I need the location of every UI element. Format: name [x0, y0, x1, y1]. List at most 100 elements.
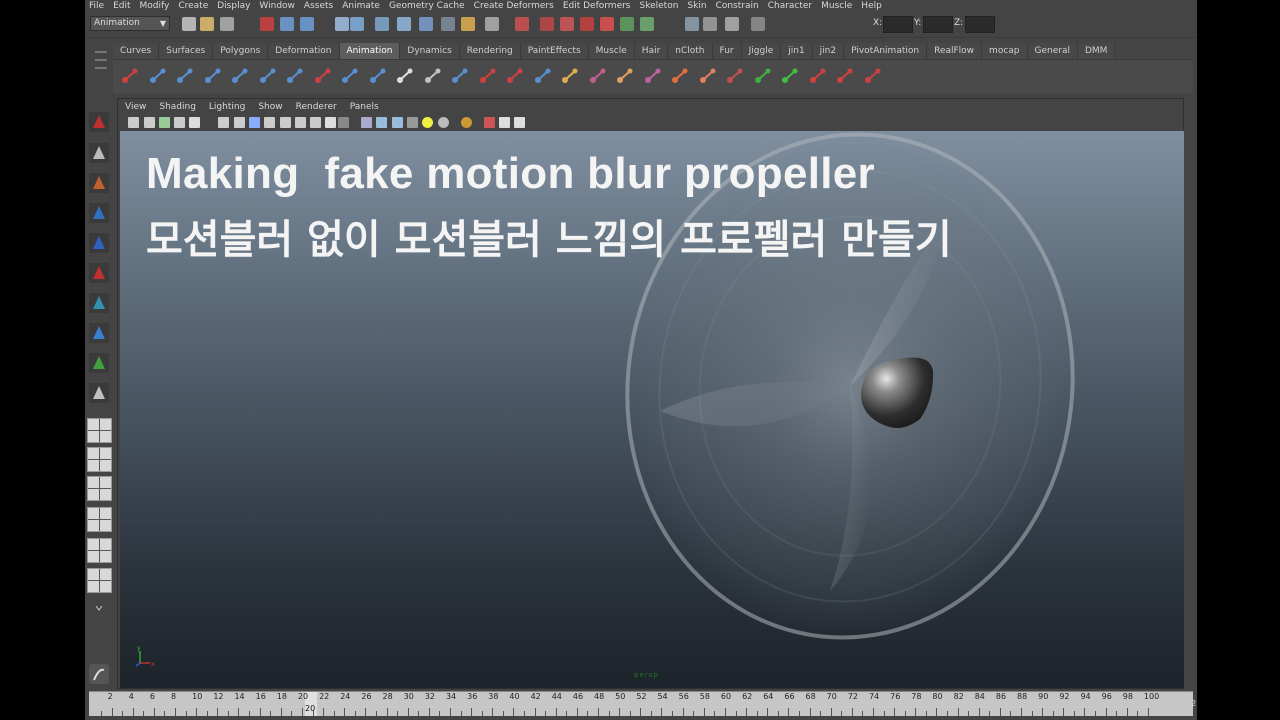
panel-tool-icon[interactable] — [144, 117, 155, 128]
status-tool-icon[interactable] — [375, 17, 389, 31]
panel-tool-icon[interactable] — [189, 117, 200, 128]
shelf-tab-animation[interactable]: Animation — [339, 43, 401, 59]
shelf-tab-muscle[interactable]: Muscle — [588, 43, 635, 59]
menu-character[interactable]: Character — [764, 0, 817, 12]
panel-tool-icon[interactable] — [310, 117, 321, 128]
shelf-tool-icon[interactable] — [559, 65, 581, 87]
shelf-tab-rendering[interactable]: Rendering — [459, 43, 521, 59]
soft-mod-icon[interactable] — [87, 321, 111, 345]
status-tool-icon[interactable] — [300, 17, 314, 31]
layout-preset-icon[interactable] — [87, 507, 112, 532]
shelf-tab-deformation[interactable]: Deformation — [268, 43, 340, 59]
panel-menu-lighting[interactable]: Lighting — [202, 99, 251, 113]
show-manip-icon[interactable] — [87, 351, 111, 375]
panel-tool-icon[interactable] — [376, 117, 387, 128]
panel-tool-icon[interactable] — [325, 117, 336, 128]
curve-tool-icon[interactable] — [87, 381, 111, 405]
panel-tool-icon[interactable] — [514, 117, 525, 128]
status-tool-icon[interactable] — [725, 17, 739, 31]
shelf-tool-icon[interactable] — [477, 65, 499, 87]
layout-preset-icon[interactable] — [87, 568, 112, 593]
status-tool-icon[interactable] — [620, 17, 634, 31]
status-tool-icon[interactable] — [220, 17, 234, 31]
status-tool-icon[interactable] — [580, 17, 594, 31]
panel-tool-icon[interactable] — [484, 117, 495, 128]
shelf-tool-icon[interactable] — [807, 65, 829, 87]
coord-x-field[interactable] — [883, 16, 913, 33]
status-tool-icon[interactable] — [560, 17, 574, 31]
shelf-tab-jin1[interactable]: jin1 — [781, 43, 813, 59]
status-tool-icon[interactable] — [640, 17, 654, 31]
shelf-tab-curves[interactable]: Curves — [113, 43, 160, 59]
status-tool-icon[interactable] — [703, 17, 717, 31]
menu-create[interactable]: Create — [174, 0, 213, 12]
shelf-tab-general[interactable]: General — [1027, 43, 1078, 59]
shelf-tool-icon[interactable] — [119, 65, 141, 87]
menu-edit-deformers[interactable]: Edit Deformers — [559, 0, 636, 12]
panel-tool-icon[interactable] — [280, 117, 291, 128]
shelf-tool-icon[interactable] — [587, 65, 609, 87]
status-tool-icon[interactable] — [751, 17, 765, 31]
status-tool-icon[interactable] — [350, 17, 364, 31]
panel-tool-icon[interactable] — [338, 117, 349, 128]
menu-animate[interactable]: Animate — [338, 0, 385, 12]
shelf-tab-hair[interactable]: Hair — [634, 43, 669, 59]
shelf-tab-realflow[interactable]: RealFlow — [927, 43, 983, 59]
status-tool-icon[interactable] — [600, 17, 614, 31]
status-tool-icon[interactable] — [260, 17, 274, 31]
status-tool-icon[interactable] — [419, 17, 433, 31]
panel-tool-icon[interactable] — [499, 117, 510, 128]
shelf-tab-jin2[interactable]: jin2 — [812, 43, 845, 59]
shelf-tab-fur[interactable]: Fur — [712, 43, 742, 59]
rotate-icon[interactable] — [87, 231, 111, 255]
time-slider[interactable]: 20 2 4 6 8 10 12 14 16 18 20 22 24 26 28 30 32 34 36 38 40 4… — [89, 691, 1193, 716]
menu-set-dropdown[interactable]: Animation ▼ — [90, 16, 170, 31]
panel-tool-icon[interactable] — [438, 117, 449, 128]
menu-muscle[interactable]: Muscle — [817, 0, 857, 12]
status-tool-icon[interactable] — [461, 17, 475, 31]
panel-tool-icon[interactable] — [361, 117, 372, 128]
panel-menu-show[interactable]: Show — [251, 99, 288, 113]
shelf-tool-icon[interactable] — [394, 65, 416, 87]
panel-tool-icon[interactable] — [234, 117, 245, 128]
panel-menu-shading[interactable]: Shading — [152, 99, 202, 113]
panel-menu-panels[interactable]: Panels — [343, 99, 385, 113]
status-tool-icon[interactable] — [182, 17, 196, 31]
shelf-tool-icon[interactable] — [642, 65, 664, 87]
shelf-tab-jiggle[interactable]: Jiggle — [741, 43, 782, 59]
menu-geometry-cache[interactable]: Geometry Cache — [385, 0, 470, 12]
shelf-tool-icon[interactable] — [752, 65, 774, 87]
menu-skin[interactable]: Skin — [683, 0, 711, 12]
status-tool-icon[interactable] — [397, 17, 411, 31]
status-tool-icon[interactable] — [540, 17, 554, 31]
menu-help[interactable]: Help — [857, 0, 887, 12]
menu-constrain[interactable]: Constrain — [712, 0, 764, 12]
panel-tool-icon[interactable] — [264, 117, 275, 128]
shelf-tool-icon[interactable] — [779, 65, 801, 87]
panel-menu-view[interactable]: View — [118, 99, 152, 113]
panel-tool-icon[interactable] — [422, 117, 433, 128]
shelf-tool-icon[interactable] — [504, 65, 526, 87]
arrow-select-icon[interactable] — [87, 110, 111, 134]
coord-z-field[interactable] — [965, 16, 995, 33]
status-tool-icon[interactable] — [280, 17, 294, 31]
shelf-tab-polygons[interactable]: Polygons — [213, 43, 269, 59]
shelf-tool-icon[interactable] — [532, 65, 554, 87]
shelf-tool-icon[interactable] — [147, 65, 169, 87]
layout-preset-icon[interactable] — [87, 447, 112, 472]
panel-tool-icon[interactable] — [249, 117, 260, 128]
shelf-tab-painteffects[interactable]: PaintEffects — [520, 43, 589, 59]
status-tool-icon[interactable] — [685, 17, 699, 31]
layout-preset-icon[interactable] — [87, 476, 112, 501]
shelf-tool-icon[interactable] — [449, 65, 471, 87]
panel-tool-icon[interactable] — [461, 117, 472, 128]
menu-window[interactable]: Window — [255, 0, 300, 12]
panel-tool-icon[interactable] — [159, 117, 170, 128]
paint-brush-icon[interactable] — [87, 662, 111, 686]
menu-assets[interactable]: Assets — [300, 0, 338, 12]
universal-manip-icon[interactable] — [87, 291, 111, 315]
shelf-tool-icon[interactable] — [862, 65, 884, 87]
panel-tool-icon[interactable] — [174, 117, 185, 128]
paint-select-icon[interactable] — [87, 171, 111, 195]
shelf-tool-icon[interactable] — [229, 65, 251, 87]
